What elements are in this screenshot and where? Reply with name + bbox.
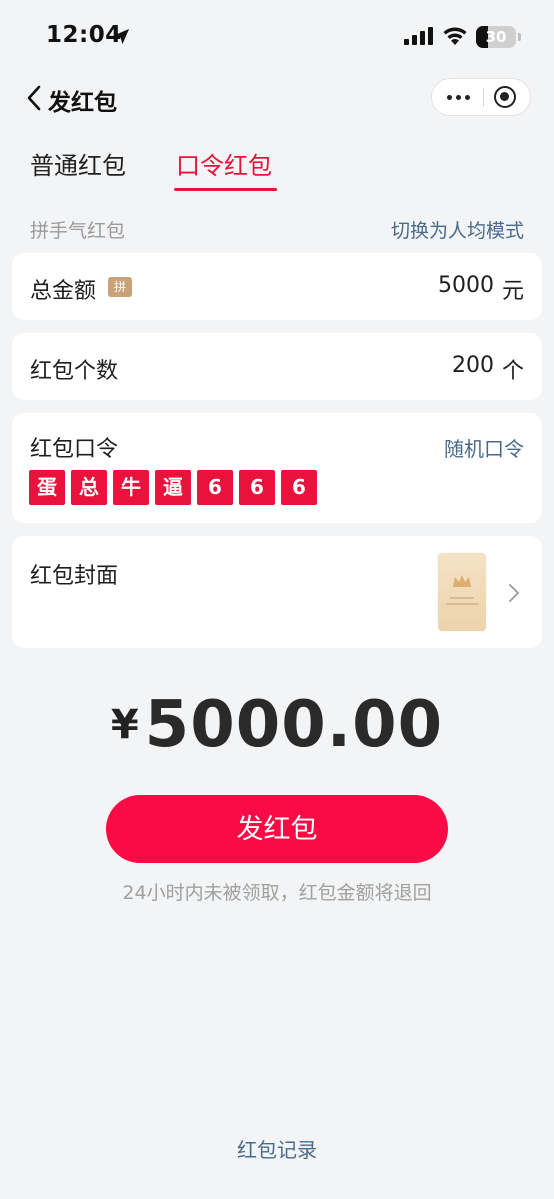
red-packet-records-link[interactable]: 红包记录: [0, 1134, 554, 1163]
status-bar: 12:04 30: [0, 0, 554, 72]
mini-program-capsule: [431, 78, 531, 116]
password-char: 蛋: [29, 470, 65, 505]
signal-icon: [404, 27, 433, 45]
location-arrow-icon: [113, 28, 130, 45]
page-title: 发红包: [48, 90, 117, 116]
total-amount-value-row: 5000 元: [438, 273, 524, 305]
password-char: 总: [71, 470, 107, 505]
cover-card[interactable]: 红包封面: [12, 536, 542, 648]
cover-label: 红包封面: [30, 564, 119, 589]
password-label: 红包口令: [30, 437, 119, 462]
status-time: 12:04: [46, 22, 122, 48]
total-amount-unit: 元: [501, 279, 524, 304]
random-password-button[interactable]: 随机口令: [444, 433, 524, 462]
currency-symbol: ¥: [110, 702, 139, 748]
password-char: 6: [281, 470, 317, 505]
packet-count-label: 红包个数: [30, 359, 119, 384]
total-amount-card[interactable]: 总金额 拼 5000 元: [12, 253, 542, 320]
password-char: 6: [197, 470, 233, 505]
packet-type-tabs: 普通红包 口令红包: [0, 140, 554, 196]
packet-count-input[interactable]: 200: [452, 353, 494, 385]
back-icon[interactable]: [24, 84, 44, 112]
mode-label: 拼手气红包: [30, 220, 126, 242]
battery-level: 30: [485, 28, 507, 46]
active-tab-indicator: [174, 188, 277, 191]
cover-text-lines: [445, 597, 479, 609]
total-amount-label: 总金额: [30, 279, 97, 304]
total-amount-input[interactable]: 5000: [438, 273, 494, 305]
send-red-packet-button[interactable]: 发红包: [106, 795, 448, 863]
tab-password-packet[interactable]: 口令红包: [176, 146, 272, 181]
password-char: 逼: [155, 470, 191, 505]
battery-cap: [518, 33, 521, 41]
packet-count-unit: 个: [501, 359, 524, 384]
password-char: 6: [239, 470, 275, 505]
total-amount-display: ¥5000.00: [0, 688, 554, 762]
password-card: 红包口令 随机口令 蛋 总 牛 逼 6 6 6: [12, 413, 542, 523]
total-amount-text: 5000.00: [144, 688, 444, 762]
refund-notice: 24小时内未被领取，红包金额将退回: [122, 882, 432, 904]
pin-badge: 拼: [108, 277, 132, 297]
packet-count-value-row: 200 个: [452, 353, 524, 385]
packet-count-card[interactable]: 红包个数 200 个: [12, 333, 542, 400]
battery-icon: 30: [476, 26, 516, 48]
tab-normal-packet[interactable]: 普通红包: [30, 146, 126, 181]
mode-row: 拼手气红包 切换为人均模式: [30, 212, 524, 244]
more-icon[interactable]: [432, 79, 484, 115]
capsule-divider: [483, 88, 484, 107]
password-char: 牛: [113, 470, 149, 505]
chevron-right-icon[interactable]: [508, 583, 520, 603]
switch-mode-link[interactable]: 切换为人均模式: [391, 216, 524, 243]
wifi-icon: [443, 27, 467, 45]
close-mini-program-icon[interactable]: [494, 86, 516, 108]
cover-thumbnail[interactable]: [438, 553, 486, 631]
password-chars[interactable]: 蛋 总 牛 逼 6 6 6: [29, 470, 317, 505]
nav-bar: 发红包: [0, 72, 554, 124]
crown-icon: [453, 575, 471, 587]
